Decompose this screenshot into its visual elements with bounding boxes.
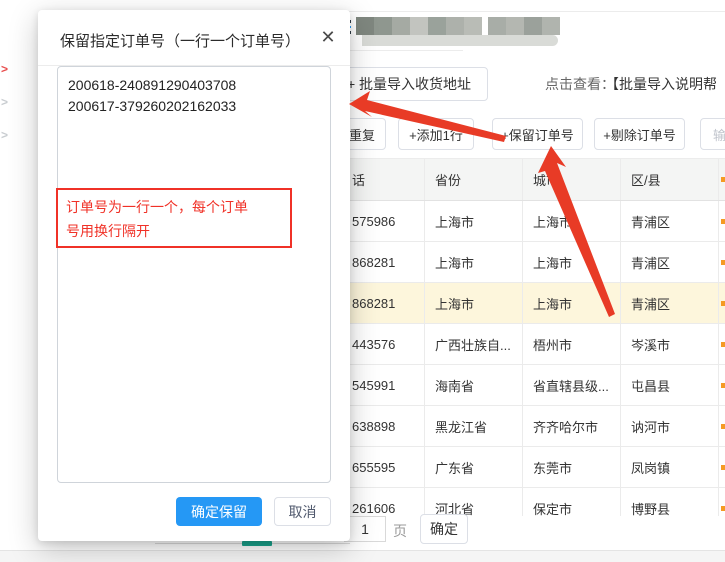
bottom-strip <box>0 551 725 562</box>
page-unit-label: 页 <box>393 521 407 541</box>
cell-sliver <box>719 283 725 323</box>
address-table: 话省份城市区/县 575986上海市上海市青浦区868281上海市上海市青浦区8… <box>318 158 725 516</box>
cell-province: 广西壮族自... <box>425 324 523 364</box>
collapse-chevron-icon[interactable]: > <box>1 95 11 109</box>
clipped-text-mark <box>721 301 725 306</box>
batch-import-address-button[interactable]: + 批量导入收货地址 <box>330 67 488 101</box>
redacted-mosaic-block <box>356 17 482 35</box>
mosaic-square <box>506 17 524 35</box>
redacted-mosaic-block-2 <box>488 17 560 35</box>
column-header-sliver <box>719 159 725 200</box>
cell-district: 岑溪市 <box>621 324 719 364</box>
cell-sliver <box>719 488 725 516</box>
clipped-text-mark <box>721 342 725 347</box>
table-row[interactable]: 868281上海市上海市青浦区 <box>318 283 725 324</box>
collapse-chevron-icon[interactable]: > <box>1 128 11 142</box>
cell-district: 青浦区 <box>621 283 719 323</box>
clipped-text-mark <box>721 424 725 429</box>
table-row[interactable]: 575986上海市上海市青浦区 <box>318 201 725 242</box>
clipped-text-mark <box>721 219 725 224</box>
close-icon[interactable]: ✕ <box>318 27 338 47</box>
table-row[interactable]: 545991海南省省直辖县级...屯昌县 <box>318 365 725 406</box>
mosaic-square <box>446 17 464 35</box>
clipped-text-mark <box>721 260 725 265</box>
header-divider <box>338 11 725 12</box>
cell-city: 东莞市 <box>523 447 621 487</box>
cell-city: 梧州市 <box>523 324 621 364</box>
cancel-button[interactable]: 取消 <box>274 497 331 526</box>
mosaic-square <box>410 17 428 35</box>
order-numbers-textarea[interactable]: 200618-240891290403708 200617-3792602021… <box>57 66 331 483</box>
clipped-text-mark <box>721 506 725 511</box>
cell-sliver <box>719 447 725 487</box>
table-row[interactable]: 868281上海市上海市青浦区 <box>318 242 725 283</box>
cell-sliver <box>719 242 725 282</box>
mosaic-square <box>524 17 542 35</box>
table-rows: 575986上海市上海市青浦区868281上海市上海市青浦区868281上海市上… <box>318 201 725 516</box>
cell-sliver <box>719 365 725 405</box>
cell-province: 上海市 <box>425 283 523 323</box>
cell-district: 讷河市 <box>621 406 719 446</box>
mosaic-square <box>542 17 560 35</box>
column-header: 城市 <box>523 159 621 200</box>
cell-province: 上海市 <box>425 242 523 282</box>
clipped-text-mark <box>721 465 725 470</box>
cell-province: 河北省 <box>425 488 523 516</box>
redacted-mosaic-subrow <box>362 35 558 46</box>
cell-district: 青浦区 <box>621 242 719 282</box>
page-confirm-button[interactable]: 确定 <box>420 514 468 544</box>
collapse-chevron-icon[interactable]: > <box>1 62 11 76</box>
table-row[interactable]: 655595广东省东莞市凤岗镇 <box>318 447 725 488</box>
table-row[interactable]: 261606河北省保定市博野县 <box>318 488 725 516</box>
cell-sliver <box>719 201 725 241</box>
mosaic-square <box>488 17 506 35</box>
cell-city: 省直辖县级... <box>523 365 621 405</box>
confirm-keep-button[interactable]: 确定保留 <box>176 497 262 526</box>
cell-district: 屯昌县 <box>621 365 719 405</box>
mosaic-square <box>464 17 482 35</box>
clipped-text-mark <box>721 383 725 388</box>
mosaic-square <box>392 17 410 35</box>
remove-order-numbers-button[interactable]: +剔除订单号 <box>594 118 685 150</box>
modal-title: 保留指定订单号（一行一个订单号） <box>60 30 300 51</box>
keep-order-numbers-button[interactable]: +保留订单号 <box>492 118 583 150</box>
cell-city: 上海市 <box>523 201 621 241</box>
cell-city: 齐齐哈尔市 <box>523 406 621 446</box>
cell-district: 青浦区 <box>621 201 719 241</box>
annotation-red-box: 订单号为一行一个，每个订单 号用换行隔开 <box>56 188 292 248</box>
mosaic-square <box>428 17 446 35</box>
table-row[interactable]: 443576广西壮族自...梧州市岑溪市 <box>318 324 725 365</box>
clipped-text-mark <box>721 177 725 182</box>
cell-sliver <box>719 324 725 364</box>
column-header: 区/县 <box>621 159 719 200</box>
mosaic-square <box>356 17 374 35</box>
cell-province: 海南省 <box>425 365 523 405</box>
cell-province: 广东省 <box>425 447 523 487</box>
cell-province: 上海市 <box>425 201 523 241</box>
cell-district: 凤岗镇 <box>621 447 719 487</box>
cell-city: 上海市 <box>523 283 621 323</box>
cell-district: 博野县 <box>621 488 719 516</box>
keep-orders-modal: 保留指定订单号（一行一个订单号） ✕ 200618-24089129040370… <box>38 10 350 541</box>
export-button-clipped[interactable]: 输 <box>700 118 725 150</box>
cell-city: 上海市 <box>523 242 621 282</box>
page-number-input[interactable] <box>344 516 386 542</box>
mosaic-square <box>374 17 392 35</box>
column-header: 省份 <box>425 159 523 200</box>
batch-import-help-link[interactable]: 【批量导入说明帮 <box>605 74 717 94</box>
table-header-row: 话省份城市区/县 <box>318 159 725 201</box>
cell-city: 保定市 <box>523 488 621 516</box>
teal-element-sliver <box>242 541 272 546</box>
add-row-button[interactable]: +添加1行 <box>398 118 474 150</box>
cell-sliver <box>719 406 725 446</box>
cell-province: 黑龙江省 <box>425 406 523 446</box>
redacted-underline <box>338 50 463 51</box>
screenshot-stage: + 批量导入收货地址 点击查看： 【批量导入说明帮 除重复 +添加1行 +保留订… <box>0 0 725 562</box>
table-row[interactable]: 638898黑龙江省齐齐哈尔市讷河市 <box>318 406 725 447</box>
